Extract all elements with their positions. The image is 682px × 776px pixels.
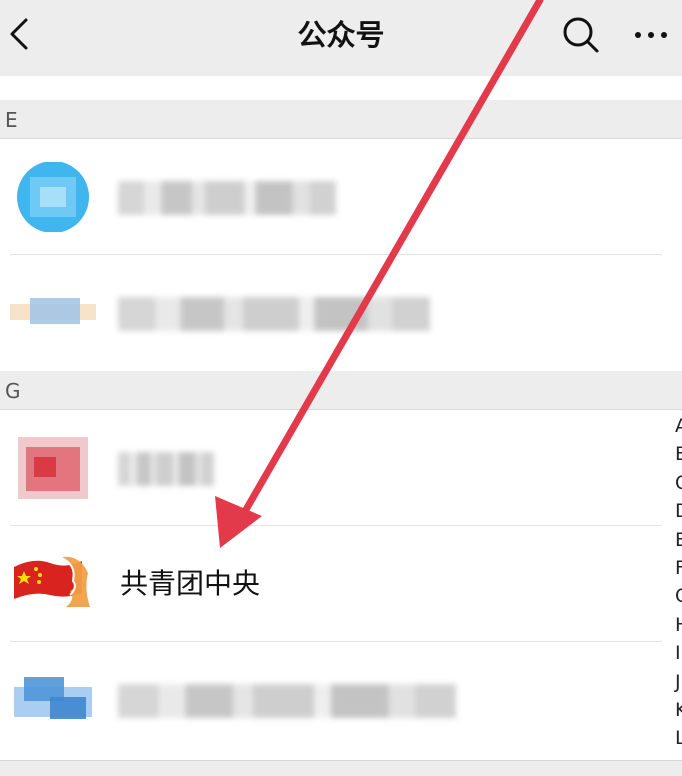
index-letter[interactable]: I (662, 639, 682, 667)
account-avatar (10, 433, 96, 503)
blurred-account-name (118, 452, 214, 486)
index-letter[interactable]: B (662, 440, 682, 468)
account-row-blurred-3[interactable] (0, 410, 662, 526)
index-letter[interactable]: F (662, 554, 682, 582)
alphabet-index-bar[interactable]: A B C D E F G H I J K L (662, 412, 682, 753)
more-button[interactable] (630, 18, 672, 52)
blurred-account-name (118, 684, 456, 718)
index-letter[interactable]: C (662, 469, 682, 497)
top-spacer (0, 76, 682, 100)
account-row-blurred-1[interactable] (0, 139, 662, 255)
blurred-avatar-icon (18, 437, 88, 499)
account-row-blurred-2[interactable] (0, 255, 662, 371)
account-row-blurred-4[interactable] (0, 642, 662, 758)
index-letter[interactable]: D (662, 497, 682, 525)
blurred-avatar-icon (17, 161, 89, 233)
red-flag-logo-icon (14, 556, 90, 607)
search-icon (563, 17, 599, 53)
account-row-highlighted[interactable]: 共青团中央 (0, 526, 662, 642)
section-header-next (0, 760, 682, 776)
account-name: 共青团中央 (120, 567, 261, 600)
more-dots-icon (635, 32, 667, 38)
back-button[interactable] (4, 14, 38, 54)
account-avatar (10, 549, 96, 619)
account-avatar (10, 278, 96, 348)
account-avatar (10, 161, 96, 233)
section-header-e: E (0, 100, 682, 139)
blurred-avatar-icon (10, 298, 96, 324)
chevron-left-icon (10, 18, 28, 50)
navigation-bar: 公众号 (0, 0, 682, 76)
blurred-avatar-icon (14, 677, 92, 719)
index-letter[interactable]: K (662, 696, 682, 724)
search-button[interactable] (560, 14, 602, 56)
section-list-g: 共青团中央 (0, 410, 682, 760)
index-letter[interactable]: L (662, 724, 682, 752)
blurred-account-name (118, 181, 336, 215)
account-avatar (10, 665, 96, 735)
index-letter[interactable]: J (662, 668, 682, 696)
index-letter[interactable]: G (662, 582, 682, 610)
section-header-g: G (0, 371, 682, 410)
index-letter[interactable]: E (662, 526, 682, 554)
section-list-e (0, 139, 682, 371)
blurred-account-name (118, 297, 430, 331)
index-letter[interactable]: H (662, 611, 682, 639)
index-letter[interactable]: A (662, 412, 682, 440)
